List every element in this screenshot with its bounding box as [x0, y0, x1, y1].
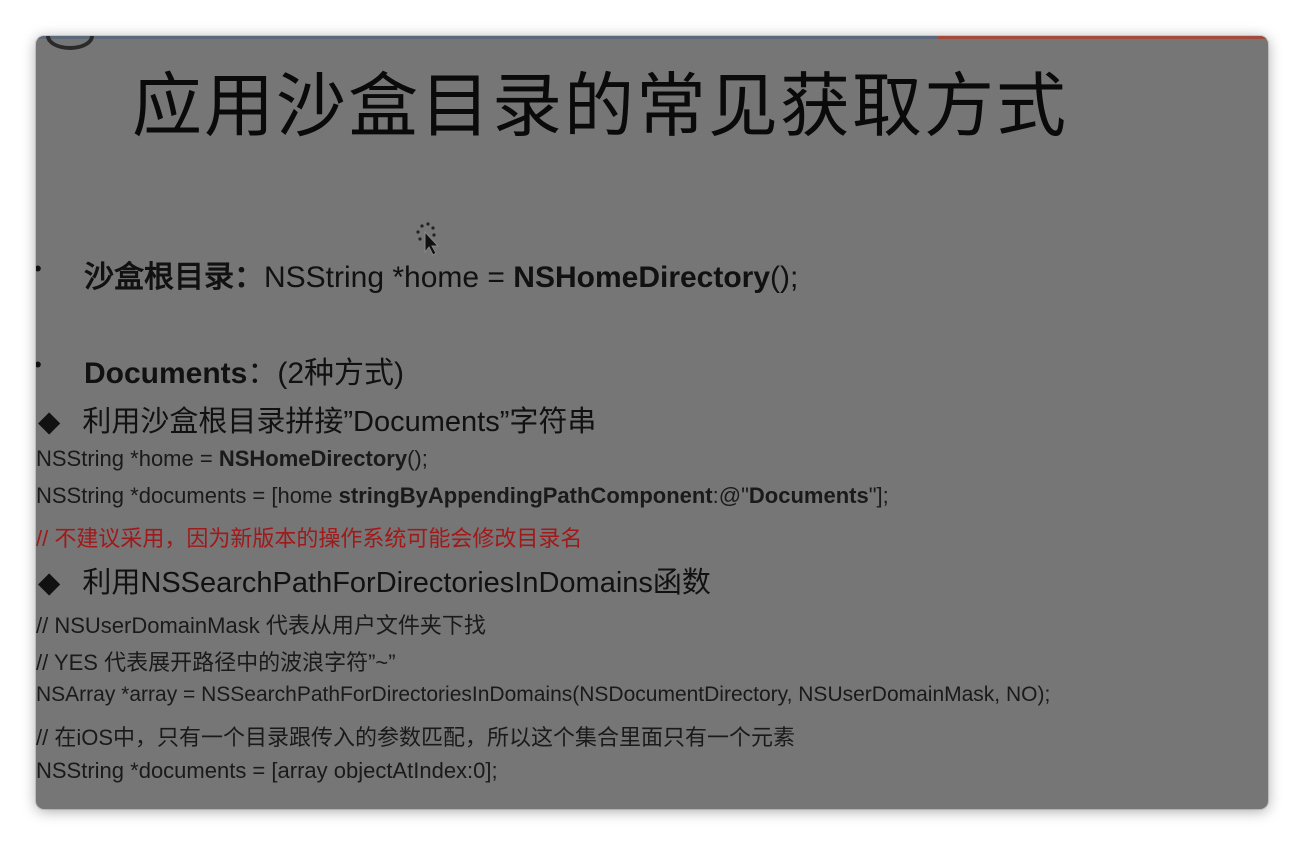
code-text: NSString *documents = [home: [36, 483, 339, 508]
code-comment: // NSUserDomainMask 代表从用户文件夹下找: [36, 613, 486, 638]
bullet-home-directory: 沙盒根目录：NSString *home = NSHomeDirectory()…: [84, 252, 798, 296]
code-line: NSString *documents = [home stringByAppe…: [36, 483, 889, 509]
code-function: NSHomeDirectory: [218, 446, 408, 471]
method-2-heading: ◆ 利用NSSearchPathForDirectoriesInDomains函…: [38, 559, 711, 601]
code-function: NSHomeDirectory: [513, 261, 771, 294]
code-line: NSString *documents = [array objectAtInd…: [36, 758, 498, 783]
code-text: "];: [868, 483, 889, 508]
code-text: :@": [712, 483, 749, 508]
busy-cursor-icon: [416, 222, 440, 256]
bullet-label: Documents: [84, 357, 248, 390]
video-frame: 应用沙盒目录的常见获取方式 • 沙盒根目录：NSString *home = N…: [36, 36, 1268, 809]
code-text: NSString *home =: [264, 261, 514, 294]
slide-title: 应用沙盒目录的常见获取方式: [132, 65, 1068, 147]
logo-icon: [46, 36, 94, 50]
bullet-marker: •: [36, 256, 42, 282]
code-line: NSArray *array = NSSearchPathForDirector…: [36, 683, 1051, 706]
slide-top-accent: [938, 36, 1268, 39]
bullet-documents: Documents：(2种方式): [84, 348, 404, 392]
code-text: ();: [407, 446, 428, 471]
bullet-marker: •: [36, 352, 42, 378]
code-comment-warning: // 不建议采用，因为新版本的操作系统可能会修改目录名: [36, 526, 583, 551]
heading-text: 利用沙盒根目录拼接”Documents”字符串: [82, 406, 597, 438]
code-string: Documents: [748, 483, 869, 508]
bullet-suffix: ：(2种方式): [247, 357, 405, 390]
method-1-heading: ◆ 利用沙盒根目录拼接”Documents”字符串: [38, 398, 596, 440]
slide-top-strip: [36, 36, 1268, 39]
heading-text: 利用NSSearchPathForDirectoriesInDomains函数: [82, 567, 711, 599]
diamond-marker: ◆: [38, 567, 61, 599]
bullet-label: 沙盒根目录：: [84, 261, 264, 294]
code-function: stringByAppendingPathComponent: [338, 483, 713, 508]
code-comment: // YES 代表展开路径中的波浪字符”~”: [36, 650, 396, 675]
diamond-marker: ◆: [38, 406, 61, 438]
code-text: ();: [770, 261, 799, 294]
code-comment: // 在iOS中，只有一个目录跟传入的参数匹配，所以这个集合里面只有一个元素: [36, 725, 796, 750]
code-text: NSString *home =: [36, 446, 219, 471]
code-line: NSString *home = NSHomeDirectory();: [36, 446, 428, 472]
